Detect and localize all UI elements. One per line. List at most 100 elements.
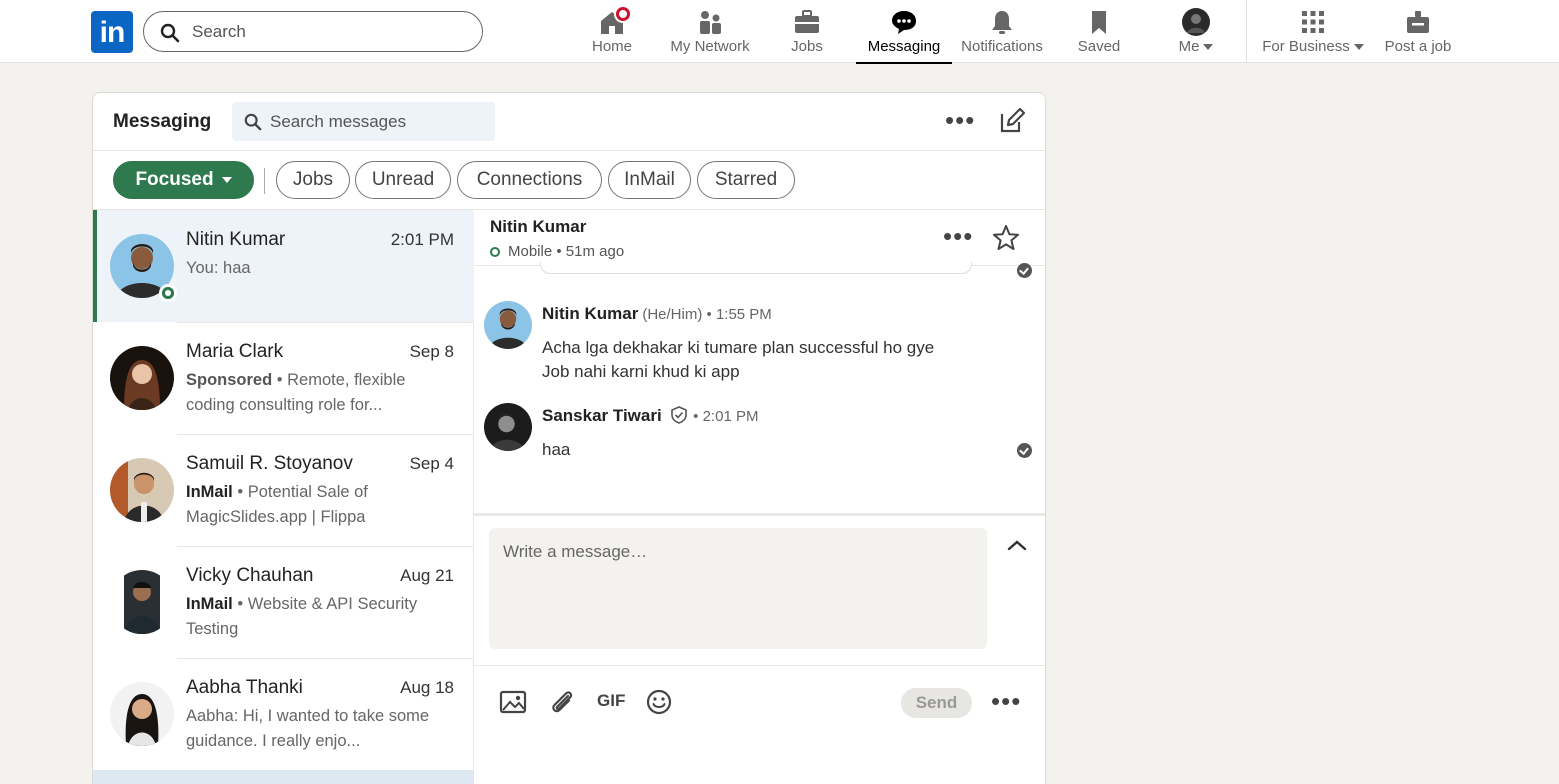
filter-unread[interactable]: Unread [355,161,451,199]
compose-icon[interactable] [999,108,1025,134]
conversation-preview: Aabha: Hi, I wanted to take some guidanc… [186,707,430,750]
thread-more-options-icon[interactable]: ••• [943,223,973,249]
conversation-time: Aug 18 [400,678,454,697]
message-search[interactable] [232,102,495,141]
nav-home[interactable]: Home [582,0,642,63]
network-icon [700,11,721,34]
conversation-item[interactable]: Samuil R. Stoyanov Sep 4 InMail • Potent… [93,434,474,546]
filter-starred[interactable]: Starred [697,161,795,199]
conversation-item[interactable]: Maria Clark Sep 8 Sponsored • Remote, fl… [93,322,474,434]
divider [177,434,474,435]
message-input[interactable] [503,542,973,632]
nav-saved[interactable]: Saved [1070,0,1128,63]
conversation-item[interactable]: Aabha Thanki Aug 18 Aabha: Hi, I wanted … [93,658,474,770]
top-nav: in Home My Network Jobs Messaging Notifi… [0,0,1559,64]
filter-focused[interactable]: Focused [113,161,254,199]
divider [177,322,474,323]
filter-divider [264,168,265,194]
avatar [110,682,174,746]
send-button[interactable]: Send [901,688,972,718]
message-body: haa [542,440,571,459]
message-sender[interactable]: Nitin Kumar [542,304,638,323]
conversation-name: Nitin Kumar [186,229,286,250]
message-sender[interactable]: Sanskar Tiwari [542,406,662,425]
verified-shield-icon [671,406,688,424]
previous-message-bubble [540,262,972,274]
nav-label: Post a job [1384,38,1452,55]
search-icon [244,113,262,131]
conversation-item[interactable] [93,770,474,784]
message-time: 2:01 PM [702,408,759,425]
nav-my-network[interactable]: My Network [664,0,756,63]
thread-header: Nitin Kumar Mobile • 51m ago ••• [474,210,1045,266]
composer-toolbar-divider [474,665,1045,666]
nav-label: Me [1178,38,1200,55]
avatar [484,403,532,451]
chevron-down-icon [1353,44,1364,51]
messaging-card: Messaging ••• Focused Jobs Unread Connec… [92,92,1046,784]
star-icon[interactable] [992,224,1020,252]
nav-label: Saved [1077,38,1121,55]
message-time: 1:55 PM [715,306,772,323]
thread-contact-name[interactable]: Nitin Kumar [490,217,586,237]
divider [177,546,474,547]
nav-label: Home [591,38,632,55]
conversation-item[interactable]: Nitin Kumar 2:01 PM You: haa [93,210,474,322]
divider [177,658,474,659]
conversation-list: Nitin Kumar 2:01 PM You: haa Maria Clark… [93,210,474,784]
read-receipt-icon [1017,263,1032,278]
avatar [110,570,174,634]
conversation-name: Vicky Chauhan [186,565,314,586]
conversation-time: 2:01 PM [390,230,454,249]
nav-label: Notifications [961,38,1043,55]
nav-label: For Business [1262,38,1350,55]
filter-jobs[interactable]: Jobs [276,161,350,199]
more-options-icon[interactable]: ••• [945,107,975,133]
paperclip-icon[interactable] [548,688,576,716]
nav-label: Messaging [867,38,941,55]
chevron-up-icon[interactable] [1006,538,1028,552]
messaging-header: Messaging ••• [93,93,1045,151]
sponsored-tag: Sponsored [186,371,273,389]
sender-pronouns: (He/Him) [642,306,703,323]
bookmark-icon [1092,11,1106,34]
nav-for-business[interactable]: For Business [1256,0,1370,63]
nav-notifications[interactable]: Notifications [955,0,1049,63]
nav-divider [1246,0,1247,63]
emoji-icon[interactable] [645,688,673,716]
conversation-item[interactable]: Vicky Chauhan Aug 21 InMail • Website & … [93,546,474,658]
composer-more-options-icon[interactable]: ••• [991,688,1021,714]
conversation-time: Aug 21 [400,566,454,585]
image-icon[interactable] [499,688,527,716]
page-title: Messaging [113,111,212,132]
messaging-icon [892,11,916,34]
thread-status: Mobile [508,243,553,260]
thread-last-seen: 51m ago [565,243,625,260]
nav-me[interactable]: Me [1166,0,1226,63]
read-receipt-icon [1017,443,1032,458]
conversation-preview: You: haa [186,259,251,277]
avatar [1182,8,1210,36]
composer-divider [474,513,1045,516]
filter-inmail[interactable]: InMail [608,161,691,199]
filter-connections[interactable]: Connections [457,161,602,199]
conversation-name: Maria Clark [186,341,284,362]
search-icon [160,23,180,43]
search-input[interactable] [192,21,462,43]
message-thread: Nitin Kumar Mobile • 51m ago ••• Nitin K… [474,210,1045,784]
search-messages-input[interactable] [270,110,485,134]
message-composer[interactable] [489,528,987,649]
conversation-name: Samuil R. Stoyanov [186,453,353,474]
conversation-name: Aabha Thanki [186,677,303,698]
gif-button[interactable]: GIF [597,691,625,711]
nav-label: Jobs [791,38,823,55]
nav-jobs[interactable]: Jobs [778,0,836,63]
nav-messaging[interactable]: Messaging [856,0,952,64]
nav-label: My Network [670,38,750,55]
chevron-down-icon [221,176,232,183]
linkedin-logo[interactable]: in [91,11,133,53]
global-search[interactable] [143,11,483,52]
online-status-icon [490,247,500,257]
nav-post-a-job[interactable]: Post a job [1378,0,1458,63]
bell-icon [992,11,1012,34]
